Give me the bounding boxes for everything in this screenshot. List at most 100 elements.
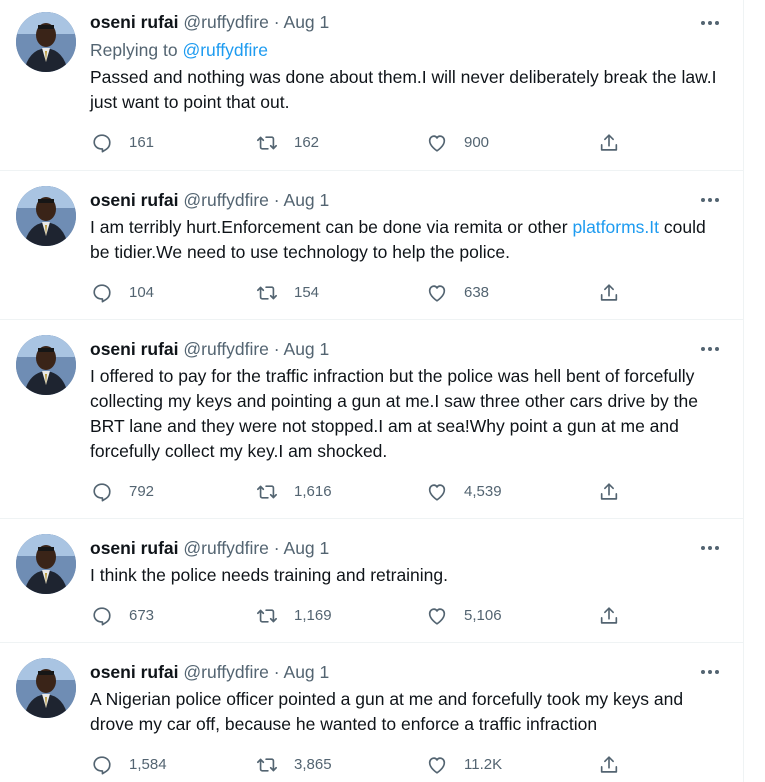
display-name[interactable]: oseni rufai <box>90 538 179 558</box>
tweet-text: I offered to pay for the traffic infract… <box>90 366 698 461</box>
share-icon <box>600 756 618 773</box>
more-icon <box>701 670 719 674</box>
tweet[interactable]: oseni rufai @ruffydfire · Aug 1 I offere… <box>0 320 743 519</box>
tweet[interactable]: oseni rufai @ruffydfire · Aug 1 A Nigeri… <box>0 643 743 782</box>
retweet-button[interactable]: 154 <box>256 281 319 305</box>
reply-count: 792 <box>129 483 155 500</box>
tweet-header: oseni rufai @ruffydfire · Aug 1 <box>90 189 329 211</box>
tweet-date[interactable]: Aug 1 <box>284 190 330 210</box>
reply-button[interactable]: 792 <box>91 480 154 504</box>
avatar[interactable] <box>16 186 76 246</box>
share-button[interactable] <box>598 480 620 504</box>
more-icon <box>701 198 719 202</box>
user-handle[interactable]: @ruffydfire <box>183 662 269 682</box>
separator-dot: · <box>273 662 280 682</box>
tweet-actions: 104 154 638 <box>90 281 650 305</box>
heart-icon <box>428 484 446 501</box>
more-icon <box>701 21 719 25</box>
user-handle[interactable]: @ruffydfire <box>183 12 269 32</box>
tweet-date[interactable]: Aug 1 <box>284 538 330 558</box>
tweet-link[interactable]: platforms.It <box>572 217 659 237</box>
like-button[interactable]: 4,539 <box>426 480 502 504</box>
tweet[interactable]: oseni rufai @ruffydfire · Aug 1 I think … <box>0 519 743 643</box>
like-button[interactable]: 11.2K <box>426 753 502 777</box>
avatar[interactable] <box>16 335 76 395</box>
reply-count: 104 <box>129 284 155 301</box>
tweet-text: Passed and nothing was done about them.I… <box>90 67 717 112</box>
replying-to-handle[interactable]: @ruffydfire <box>182 40 268 60</box>
tweet-date[interactable]: Aug 1 <box>284 662 330 682</box>
reply-icon <box>93 134 111 153</box>
reply-button[interactable]: 161 <box>91 131 154 155</box>
replying-to: Replying to @ruffydfire <box>90 38 268 62</box>
heart-icon <box>428 285 446 302</box>
tweet-date[interactable]: Aug 1 <box>284 12 330 32</box>
display-name[interactable]: oseni rufai <box>90 190 179 210</box>
retweet-button[interactable]: 162 <box>256 131 319 155</box>
like-button[interactable]: 900 <box>426 131 489 155</box>
retweet-button[interactable]: 1,169 <box>256 604 332 628</box>
retweet-count: 3,865 <box>294 756 332 773</box>
tweet-text: I am terribly hurt.Enforcement can be do… <box>90 215 730 265</box>
user-handle[interactable]: @ruffydfire <box>183 190 269 210</box>
heart-icon <box>428 757 446 774</box>
like-button[interactable]: 5,106 <box>426 604 502 628</box>
avatar[interactable] <box>16 12 76 72</box>
avatar[interactable] <box>16 658 76 718</box>
tweet-text-part: I am terribly hurt.Enforcement can be do… <box>90 217 573 237</box>
like-button[interactable]: 638 <box>426 281 489 305</box>
timeline: oseni rufai @ruffydfire · Aug 1 Replying… <box>0 0 744 782</box>
share-button[interactable] <box>598 753 620 777</box>
tweet-actions: 792 1,616 4,539 <box>90 480 650 504</box>
retweet-button[interactable]: 3,865 <box>256 753 332 777</box>
tweet-header: oseni rufai @ruffydfire · Aug 1 <box>90 11 329 33</box>
retweet-count: 162 <box>294 134 320 151</box>
reply-button[interactable]: 673 <box>91 604 154 628</box>
tweet-actions: 673 1,169 5,106 <box>90 604 650 628</box>
share-icon <box>600 607 618 624</box>
retweet-count: 154 <box>294 284 320 301</box>
like-count: 638 <box>464 284 490 301</box>
display-name[interactable]: oseni rufai <box>90 339 179 359</box>
avatar-image <box>16 186 76 246</box>
tweet-header: oseni rufai @ruffydfire · Aug 1 <box>90 537 329 559</box>
avatar[interactable] <box>16 534 76 594</box>
reply-button[interactable]: 1,584 <box>91 753 167 777</box>
more-button[interactable] <box>696 14 724 32</box>
retweet-icon <box>257 758 277 772</box>
display-name[interactable]: oseni rufai <box>90 662 179 682</box>
reply-button[interactable]: 104 <box>91 281 154 305</box>
retweet-count: 1,169 <box>294 607 332 624</box>
tweet[interactable]: oseni rufai @ruffydfire · Aug 1 I am ter… <box>0 171 743 320</box>
tweet[interactable]: oseni rufai @ruffydfire · Aug 1 Replying… <box>0 0 743 171</box>
tweet-header: oseni rufai @ruffydfire · Aug 1 <box>90 338 329 360</box>
retweet-button[interactable]: 1,616 <box>256 480 332 504</box>
more-button[interactable] <box>696 539 724 557</box>
heart-icon <box>428 608 446 625</box>
tweet-text: A Nigerian police officer pointed a gun … <box>90 689 684 734</box>
more-button[interactable] <box>696 340 724 358</box>
more-button[interactable] <box>696 663 724 681</box>
display-name[interactable]: oseni rufai <box>90 12 179 32</box>
share-button[interactable] <box>598 131 620 155</box>
reply-count: 161 <box>129 134 155 151</box>
like-count: 5,106 <box>464 607 502 624</box>
reply-count: 673 <box>129 607 155 624</box>
share-button[interactable] <box>598 281 620 305</box>
share-button[interactable] <box>598 604 620 628</box>
tweet-actions: 1,584 3,865 11.2K <box>90 753 650 777</box>
avatar-image <box>16 658 76 718</box>
like-count: 11.2K <box>464 756 503 773</box>
more-icon <box>701 347 719 351</box>
user-handle[interactable]: @ruffydfire <box>183 538 269 558</box>
like-count: 4,539 <box>464 483 502 500</box>
separator-dot: · <box>273 538 280 558</box>
user-handle[interactable]: @ruffydfire <box>183 339 269 359</box>
replying-to-label: Replying to <box>90 40 178 60</box>
share-icon <box>600 483 618 500</box>
avatar-image <box>16 534 76 594</box>
more-button[interactable] <box>696 191 724 209</box>
retweet-count: 1,616 <box>294 483 332 500</box>
reply-icon <box>93 756 111 775</box>
tweet-date[interactable]: Aug 1 <box>284 339 330 359</box>
